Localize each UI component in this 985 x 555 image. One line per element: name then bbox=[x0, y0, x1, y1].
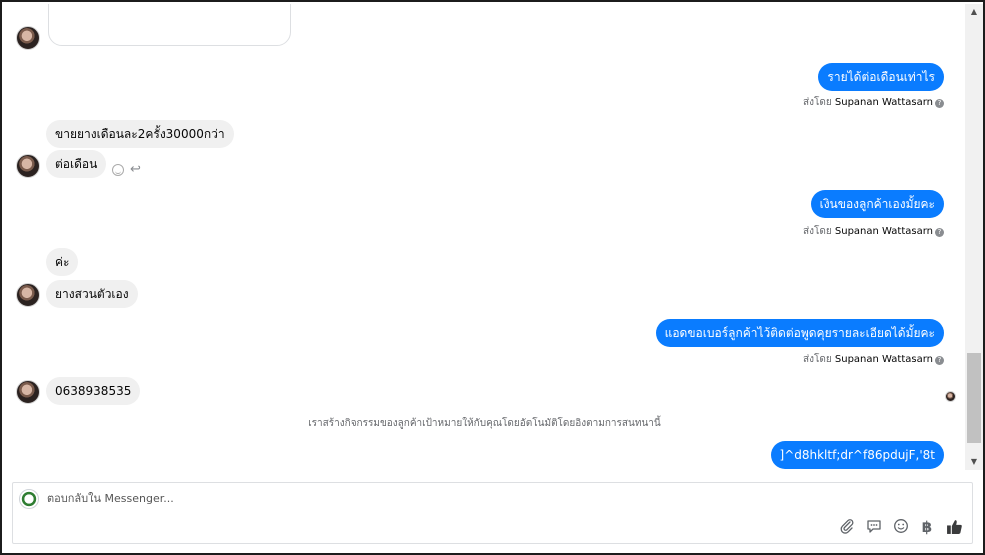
system-note: เราสร้างกิจกรรมของลูกค้าเป้าหมายให้กับคุ… bbox=[308, 418, 661, 429]
outgoing-message[interactable]: รายได้ต่อเดือนเท่าไร bbox=[818, 63, 944, 91]
scroll-down-arrow-icon[interactable]: ▼ bbox=[965, 454, 983, 470]
paperclip-icon[interactable] bbox=[838, 518, 856, 536]
chat-bubble-icon[interactable] bbox=[865, 518, 883, 536]
page-avatar bbox=[19, 489, 39, 509]
outgoing-message[interactable]: ]^d8hkltf;dr^f86pdujF,'8t bbox=[770, 441, 944, 469]
thread-scrollbar[interactable]: ▲ ▼ bbox=[965, 4, 983, 470]
reply-input[interactable] bbox=[47, 492, 647, 505]
contact-avatar bbox=[16, 154, 40, 178]
reply-composer: ฿ bbox=[12, 482, 973, 544]
info-icon[interactable]: ? bbox=[935, 228, 944, 237]
sent-by-label: ส่งโดย Supanan Wattasarn? bbox=[803, 224, 944, 239]
contact-avatar bbox=[16, 26, 40, 50]
incoming-message[interactable]: ขายยางเดือนละ2ครั้ง30000กว่า bbox=[46, 120, 234, 148]
thumbs-up-icon[interactable] bbox=[945, 518, 963, 536]
react-icon[interactable] bbox=[112, 164, 124, 176]
read-receipt-avatar bbox=[945, 391, 956, 402]
sender-name: Supanan Wattasarn bbox=[834, 97, 933, 108]
info-icon[interactable]: ? bbox=[935, 356, 944, 365]
sender-name: Supanan Wattasarn bbox=[834, 226, 933, 237]
sent-by-label: ส่งโดย Supanan Wattasarn? bbox=[803, 95, 944, 110]
incoming-message[interactable]: ยางสวนตัวเอง bbox=[46, 280, 138, 308]
messenger-frame: รายได้ต่อเดือนเท่าไร ส่งโดย Supanan Watt… bbox=[0, 0, 985, 555]
reply-icon[interactable]: ↩ bbox=[130, 163, 141, 177]
shared-card[interactable] bbox=[48, 4, 291, 46]
scroll-up-arrow-icon[interactable]: ▲ bbox=[965, 4, 983, 20]
sender-name: Supanan Wattasarn bbox=[834, 354, 933, 365]
sent-by-prefix: ส่งโดย bbox=[802, 354, 832, 365]
message-thread: รายได้ต่อเดือนเท่าไร ส่งโดย Supanan Watt… bbox=[4, 4, 965, 470]
incoming-message[interactable]: ต่อเดือน bbox=[46, 150, 107, 178]
outgoing-message[interactable]: เงินของลูกค้าเองมั้ยคะ bbox=[810, 190, 944, 218]
smiley-icon[interactable] bbox=[892, 518, 910, 536]
baht-icon[interactable]: ฿ bbox=[918, 518, 936, 536]
info-icon[interactable]: ? bbox=[935, 99, 944, 108]
incoming-message[interactable]: ค่ะ bbox=[46, 248, 79, 276]
contact-avatar bbox=[16, 283, 40, 307]
sent-by-prefix: ส่งโดย bbox=[802, 226, 832, 237]
incoming-message[interactable]: 0638938535 bbox=[46, 377, 141, 405]
outgoing-message[interactable]: แอดขอเบอร์ลูกค้าไว้ติดต่อพูดคุยรายละเอีย… bbox=[655, 319, 944, 347]
message-actions: ↩ bbox=[112, 163, 148, 178]
contact-avatar bbox=[16, 380, 40, 404]
sent-by-prefix: ส่งโดย bbox=[802, 97, 832, 108]
scroll-thumb[interactable] bbox=[967, 353, 981, 443]
sent-by-label: ส่งโดย Supanan Wattasarn? bbox=[803, 352, 944, 367]
